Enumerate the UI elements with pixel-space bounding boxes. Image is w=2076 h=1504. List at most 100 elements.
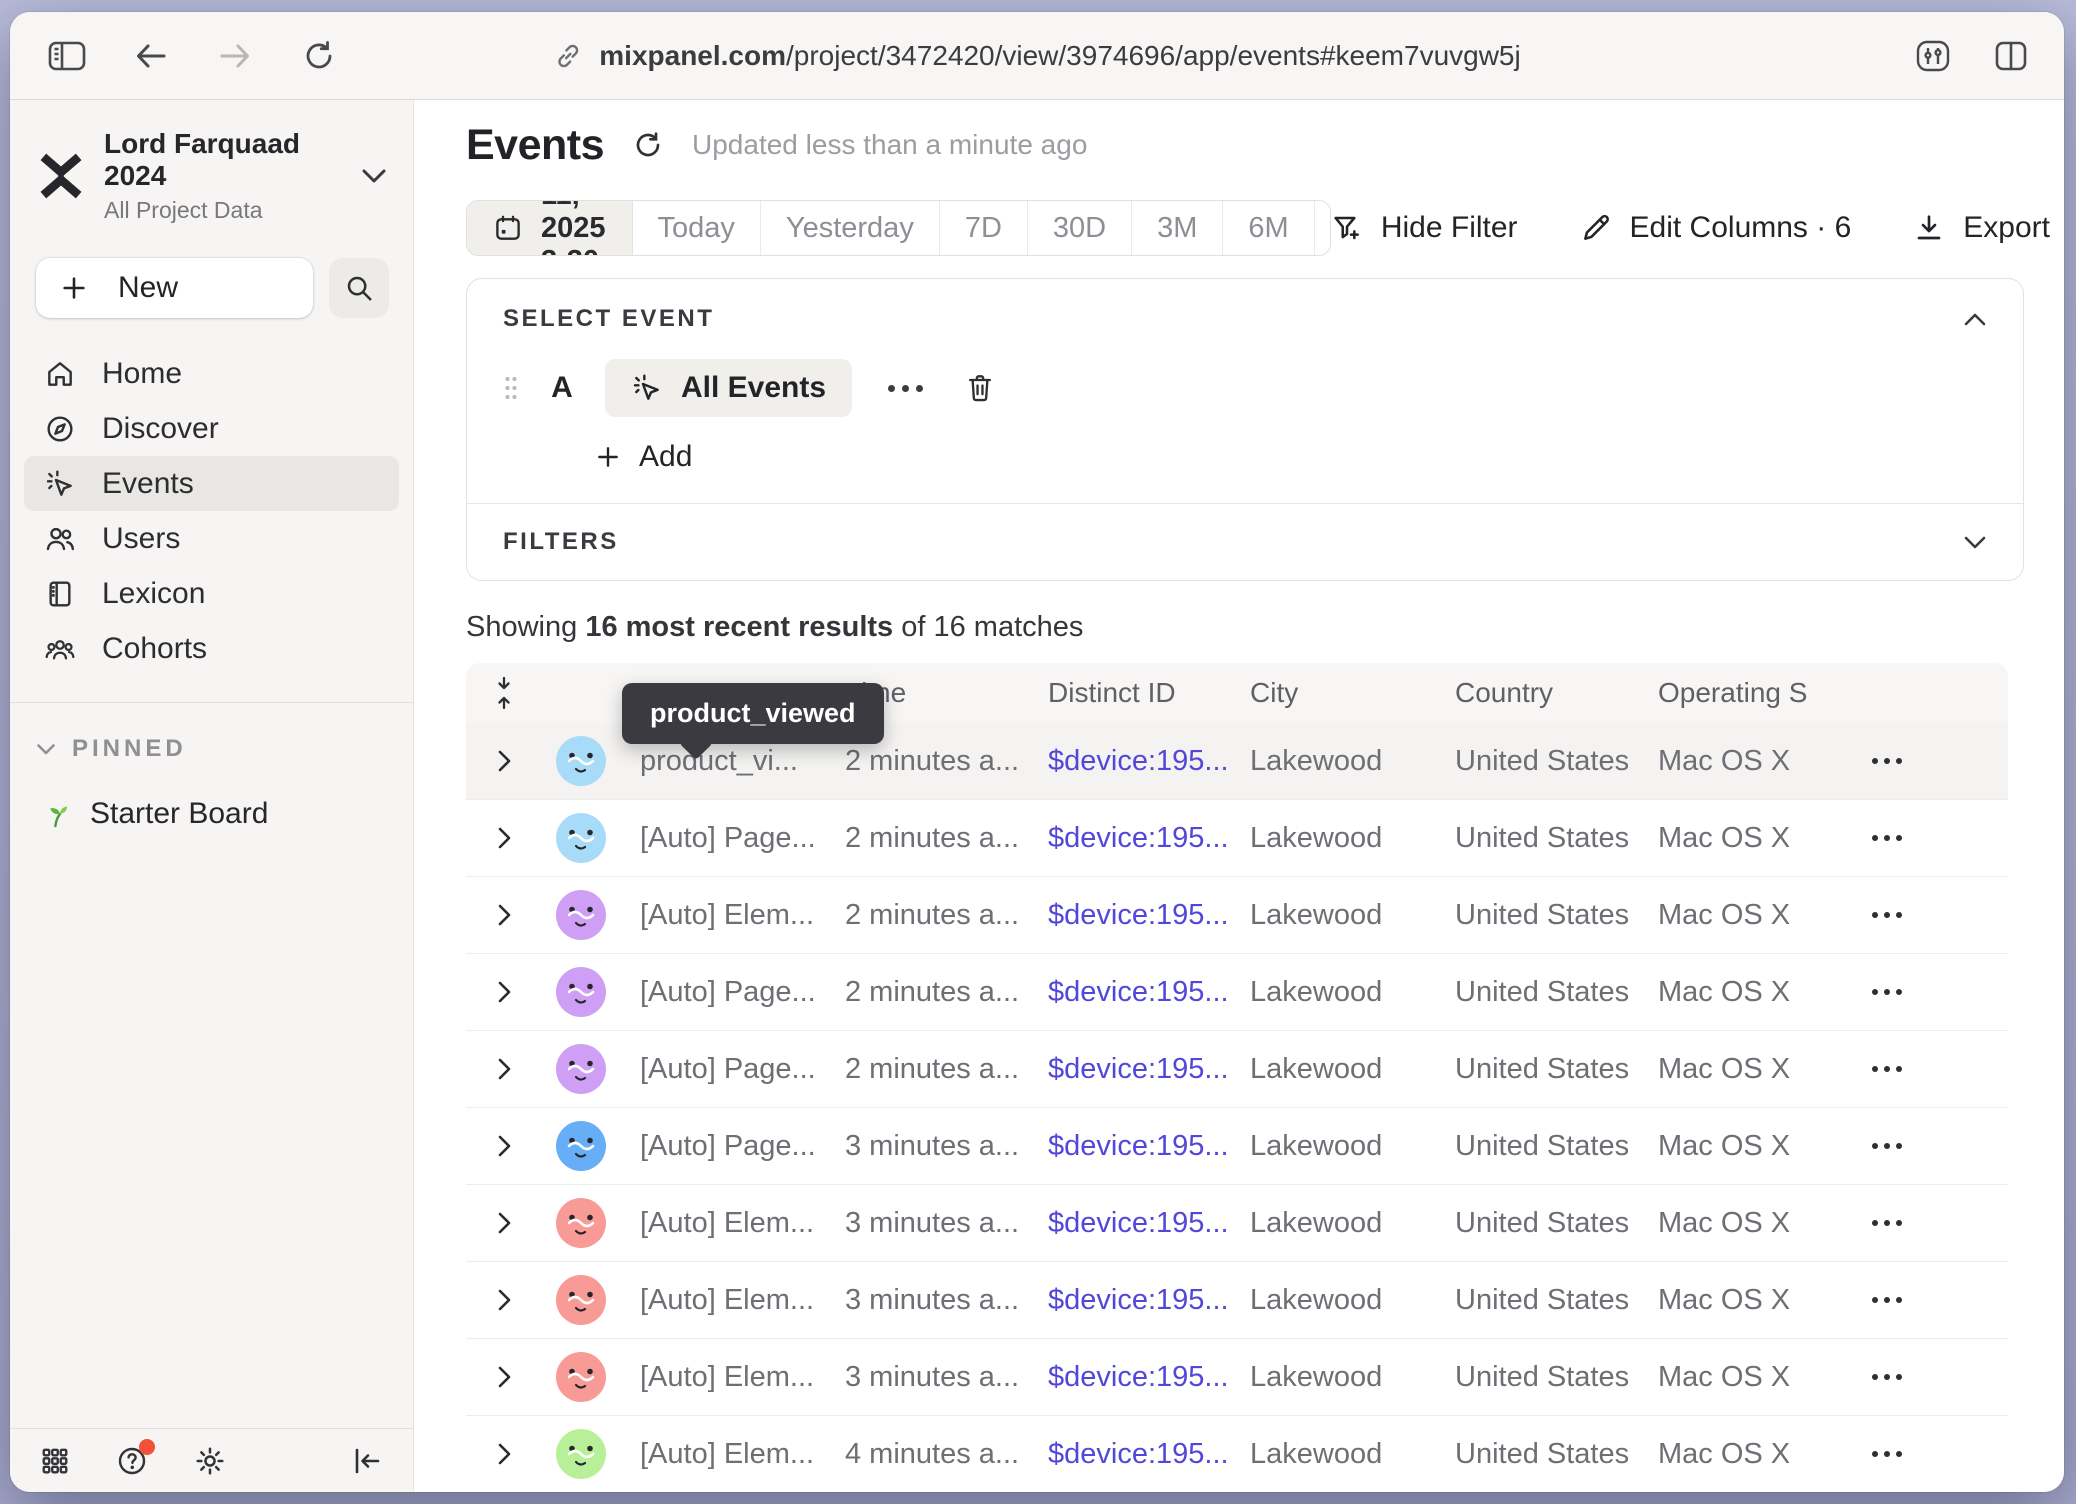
distinct-id-link[interactable]: $device:195... bbox=[1048, 745, 1250, 778]
new-button[interactable]: New bbox=[36, 258, 313, 318]
range-3m[interactable]: 3M bbox=[1132, 201, 1223, 255]
distinct-id-link[interactable]: $device:195... bbox=[1048, 899, 1250, 932]
chevron-right-icon[interactable] bbox=[496, 1056, 512, 1082]
distinct-id-link[interactable]: $device:195... bbox=[1048, 1207, 1250, 1240]
split-view-icon[interactable] bbox=[1992, 37, 2030, 75]
row-options-menu[interactable] bbox=[1872, 835, 1902, 841]
column-header-distinct-id[interactable]: Distinct ID bbox=[1048, 677, 1250, 709]
row-options-menu[interactable] bbox=[1872, 1374, 1902, 1380]
event-city: Lakewood bbox=[1250, 1207, 1455, 1240]
pencil-icon bbox=[1580, 212, 1612, 244]
hide-filter-button[interactable]: Hide Filter bbox=[1331, 211, 1518, 245]
seedling-icon bbox=[40, 798, 72, 830]
sidebar-toggle-icon[interactable] bbox=[48, 37, 86, 75]
chevron-up-icon[interactable] bbox=[1963, 312, 1987, 327]
trash-icon[interactable] bbox=[965, 372, 995, 404]
distinct-id-link[interactable]: $device:195... bbox=[1048, 1361, 1250, 1394]
apps-grid-icon[interactable] bbox=[40, 1446, 70, 1476]
table-row[interactable]: [Auto] Page... 2 minutes a... $device:19… bbox=[466, 1031, 2008, 1108]
event-name: product_vi... bbox=[640, 745, 845, 778]
chevron-right-icon[interactable] bbox=[496, 1364, 512, 1390]
table-row[interactable]: [Auto] Elem... 2 minutes a... $device:19… bbox=[466, 877, 2008, 954]
chevron-right-icon[interactable] bbox=[496, 979, 512, 1005]
forward-button[interactable] bbox=[216, 37, 254, 75]
export-button[interactable]: Export bbox=[1913, 211, 2050, 245]
row-options-menu[interactable] bbox=[1872, 989, 1902, 995]
sort-time-icon[interactable] bbox=[495, 676, 513, 710]
event-city: Lakewood bbox=[1250, 822, 1455, 855]
collapse-sidebar-icon[interactable] bbox=[351, 1446, 383, 1476]
gear-icon[interactable] bbox=[194, 1445, 226, 1477]
table-row[interactable]: [Auto] Elem... 4 minutes a... $device:19… bbox=[466, 1416, 2008, 1492]
table-row[interactable]: [Auto] Page... 2 minutes a... $device:19… bbox=[466, 800, 2008, 877]
event-name: [Auto] Page... bbox=[640, 1053, 845, 1086]
sidebar-item-discover[interactable]: Discover bbox=[24, 401, 399, 456]
distinct-id-link[interactable]: $device:195... bbox=[1048, 1284, 1250, 1317]
sidebar-item-home[interactable]: Home bbox=[24, 346, 399, 401]
column-header-city[interactable]: City bbox=[1250, 677, 1455, 709]
event-os: Mac OS X bbox=[1658, 745, 1808, 778]
event-name: [Auto] Elem... bbox=[640, 1361, 845, 1394]
pinned-section-toggle[interactable]: PINNED bbox=[10, 703, 413, 763]
address-bar[interactable]: mixpanel.com/project/3472420/view/397469… bbox=[553, 40, 1520, 72]
row-options-menu[interactable] bbox=[1872, 1066, 1902, 1072]
sidebar-nav: Home Discover Events bbox=[10, 318, 413, 676]
sidebar-item-events[interactable]: Events bbox=[24, 456, 399, 511]
table-row[interactable]: [Auto] Elem... 3 minutes a... $device:19… bbox=[466, 1262, 2008, 1339]
row-options-menu[interactable] bbox=[1872, 1297, 1902, 1303]
event-country: United States bbox=[1455, 1284, 1658, 1317]
chevron-down-icon[interactable] bbox=[1963, 535, 1987, 550]
event-os: Mac OS X bbox=[1658, 822, 1808, 855]
browser-settings-icon[interactable] bbox=[1914, 37, 1952, 75]
row-options-menu[interactable] bbox=[1872, 1451, 1902, 1457]
chevron-right-icon[interactable] bbox=[496, 902, 512, 928]
refresh-icon[interactable] bbox=[632, 129, 664, 161]
add-event-button[interactable]: Add bbox=[595, 439, 1987, 475]
sidebar-item-starter-board[interactable]: Starter Board bbox=[10, 763, 413, 831]
sidebar-item-label: Events bbox=[102, 467, 194, 501]
help-icon[interactable] bbox=[116, 1445, 148, 1477]
chevron-right-icon[interactable] bbox=[496, 748, 512, 774]
edit-columns-button[interactable]: Edit Columns · 6 bbox=[1580, 211, 1852, 245]
range-yesterday[interactable]: Yesterday bbox=[761, 201, 940, 255]
event-options-menu[interactable] bbox=[880, 385, 931, 392]
range-6m[interactable]: 6M bbox=[1223, 201, 1314, 255]
chevron-right-icon[interactable] bbox=[496, 825, 512, 851]
date-picker[interactable]: Mar 11, 2025 3:30 pm bbox=[467, 201, 633, 255]
row-options-menu[interactable] bbox=[1872, 1220, 1902, 1226]
sidebar-item-users[interactable]: Users bbox=[24, 511, 399, 566]
column-header-os[interactable]: Operating S bbox=[1658, 677, 1808, 709]
project-switcher[interactable]: Lord Farquaad 2024 All Project Data bbox=[10, 100, 413, 224]
drag-handle-icon[interactable] bbox=[503, 375, 519, 401]
table-row[interactable]: [Auto] Elem... 3 minutes a... $device:19… bbox=[466, 1185, 2008, 1262]
reload-button[interactable] bbox=[300, 37, 338, 75]
distinct-id-link[interactable]: $device:195... bbox=[1048, 1130, 1250, 1163]
mixpanel-logo bbox=[38, 151, 84, 201]
range-today[interactable]: Today bbox=[633, 201, 761, 255]
distinct-id-link[interactable]: $device:195... bbox=[1048, 1438, 1250, 1471]
chevron-right-icon[interactable] bbox=[496, 1210, 512, 1236]
search-button[interactable] bbox=[329, 258, 389, 318]
row-options-menu[interactable] bbox=[1872, 758, 1902, 764]
sidebar-item-lexicon[interactable]: Lexicon bbox=[24, 566, 399, 621]
chevron-right-icon[interactable] bbox=[496, 1287, 512, 1313]
sidebar-item-cohorts[interactable]: Cohorts bbox=[24, 621, 399, 676]
column-header-country[interactable]: Country bbox=[1455, 677, 1658, 709]
range-12m[interactable]: 12M bbox=[1315, 201, 1331, 255]
event-country: United States bbox=[1455, 1438, 1658, 1471]
range-30d[interactable]: 30D bbox=[1028, 201, 1132, 255]
distinct-id-link[interactable]: $device:195... bbox=[1048, 976, 1250, 1009]
table-row[interactable]: [Auto] Page... 2 minutes a... $device:19… bbox=[466, 954, 2008, 1031]
cohorts-icon bbox=[44, 633, 76, 665]
row-options-menu[interactable] bbox=[1872, 912, 1902, 918]
table-row[interactable]: [Auto] Elem... 3 minutes a... $device:19… bbox=[466, 1339, 2008, 1416]
event-selector-chip[interactable]: All Events bbox=[605, 359, 852, 417]
back-button[interactable] bbox=[132, 37, 170, 75]
row-options-menu[interactable] bbox=[1872, 1143, 1902, 1149]
distinct-id-link[interactable]: $device:195... bbox=[1048, 822, 1250, 855]
range-7d[interactable]: 7D bbox=[940, 201, 1028, 255]
chevron-right-icon[interactable] bbox=[496, 1133, 512, 1159]
chevron-right-icon[interactable] bbox=[496, 1441, 512, 1467]
distinct-id-link[interactable]: $device:195... bbox=[1048, 1053, 1250, 1086]
table-row[interactable]: [Auto] Page... 3 minutes a... $device:19… bbox=[466, 1108, 2008, 1185]
